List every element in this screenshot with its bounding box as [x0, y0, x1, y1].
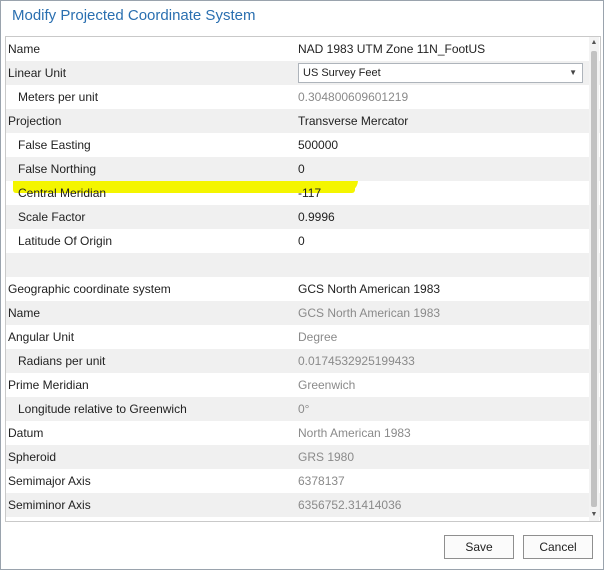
row-value: Greenwich [298, 378, 356, 392]
row-value[interactable]: GCS North American 1983 [298, 277, 586, 301]
modify-projected-coordinate-system-dialog: Modify Projected Coordinate System Name … [0, 0, 604, 570]
dialog-title: Modify Projected Coordinate System [12, 7, 256, 24]
row-linear-unit[interactable]: Linear Unit US Survey Feet ▼ [6, 61, 600, 85]
row-datum: Datum North American 1983 [6, 421, 600, 445]
row-semiminor-axis: Semiminor Axis 6356752.31414036 [6, 493, 600, 517]
row-label: Name [8, 306, 41, 320]
row-label: Spheroid [8, 450, 57, 464]
row-label: Angular Unit [8, 330, 75, 344]
row-gcs[interactable]: Geographic coordinate system GCS North A… [6, 277, 600, 301]
row-value: GCS North American 1983 [298, 306, 441, 320]
linear-unit-dropdown[interactable]: US Survey Feet ▼ [298, 63, 583, 83]
row-value[interactable]: 500000 [298, 133, 586, 157]
row-value: 0.0174532925199433 [298, 354, 415, 368]
row-scale-factor[interactable]: Scale Factor 0.9996 [6, 205, 600, 229]
row-label: Prime Meridian [8, 378, 89, 392]
row-label: Longitude relative to Greenwich [18, 402, 187, 416]
row-prime-meridian: Prime Meridian Greenwich [6, 373, 600, 397]
row-label: False Easting [18, 138, 91, 152]
row-label: Geographic coordinate system [8, 282, 171, 296]
row-value[interactable]: NAD 1983 UTM Zone 11N_FootUS [298, 37, 586, 61]
row-label: Latitude Of Origin [18, 234, 113, 248]
row-false-northing[interactable]: False Northing 0 [6, 157, 600, 181]
row-label: Datum [8, 426, 44, 440]
row-value[interactable]: -117 [298, 181, 586, 205]
scroll-thumb[interactable] [591, 51, 597, 507]
row-false-easting[interactable]: False Easting 500000 [6, 133, 600, 157]
row-latitude-of-origin[interactable]: Latitude Of Origin 0 [6, 229, 600, 253]
row-empty [6, 253, 600, 277]
row-central-meridian[interactable]: Central Meridian -117 [6, 181, 600, 205]
row-value[interactable]: 0 [298, 229, 586, 253]
row-value: 0.304800609601219 [298, 90, 409, 104]
row-label: False Northing [18, 162, 97, 176]
row-value: 6356752.31414036 [298, 498, 402, 512]
row-value: GRS 1980 [298, 450, 355, 464]
row-label: Semiminor Axis [8, 498, 91, 512]
row-label: Projection [8, 114, 62, 128]
chevron-down-icon[interactable]: ▼ [569, 64, 577, 82]
scroll-down-arrow-icon[interactable]: ▼ [589, 509, 599, 521]
linear-unit-selected: US Survey Feet [303, 67, 381, 79]
property-grid: Name NAD 1983 UTM Zone 11N_FootUS Linear… [5, 36, 601, 522]
row-gcs-name: Name GCS North American 1983 [6, 301, 600, 325]
row-value[interactable]: Transverse Mercator [298, 109, 586, 133]
row-label: Central Meridian [18, 186, 107, 200]
row-label: Semimajor Axis [8, 474, 91, 488]
row-label: Name [8, 42, 41, 56]
row-label: Radians per unit [18, 354, 106, 368]
row-projection[interactable]: Projection Transverse Mercator [6, 109, 600, 133]
row-value[interactable]: 0 [298, 157, 586, 181]
row-radians-per-unit: Radians per unit 0.0174532925199433 [6, 349, 600, 373]
row-name[interactable]: Name NAD 1983 UTM Zone 11N_FootUS [6, 37, 600, 61]
row-meters-per-unit: Meters per unit 0.304800609601219 [6, 85, 600, 109]
row-label: Meters per unit [18, 90, 99, 104]
row-value: 6378137 [298, 474, 345, 488]
save-button[interactable]: Save [444, 535, 514, 559]
row-longitude-relative: Longitude relative to Greenwich 0° [6, 397, 600, 421]
row-semimajor-axis: Semimajor Axis 6378137 [6, 469, 600, 493]
property-rows: Name NAD 1983 UTM Zone 11N_FootUS Linear… [6, 37, 600, 517]
row-value: 0° [298, 402, 310, 416]
row-angular-unit: Angular Unit Degree [6, 325, 600, 349]
row-value: North American 1983 [298, 426, 411, 440]
row-value: Degree [298, 330, 338, 344]
row-spheroid: Spheroid GRS 1980 [6, 445, 600, 469]
row-label: Linear Unit [8, 66, 67, 80]
row-value[interactable]: 0.9996 [298, 205, 586, 229]
cancel-button[interactable]: Cancel [523, 535, 593, 559]
scroll-up-arrow-icon[interactable]: ▲ [589, 37, 599, 49]
vertical-scrollbar[interactable]: ▲ ▼ [589, 37, 599, 521]
row-label: Scale Factor [18, 210, 86, 224]
